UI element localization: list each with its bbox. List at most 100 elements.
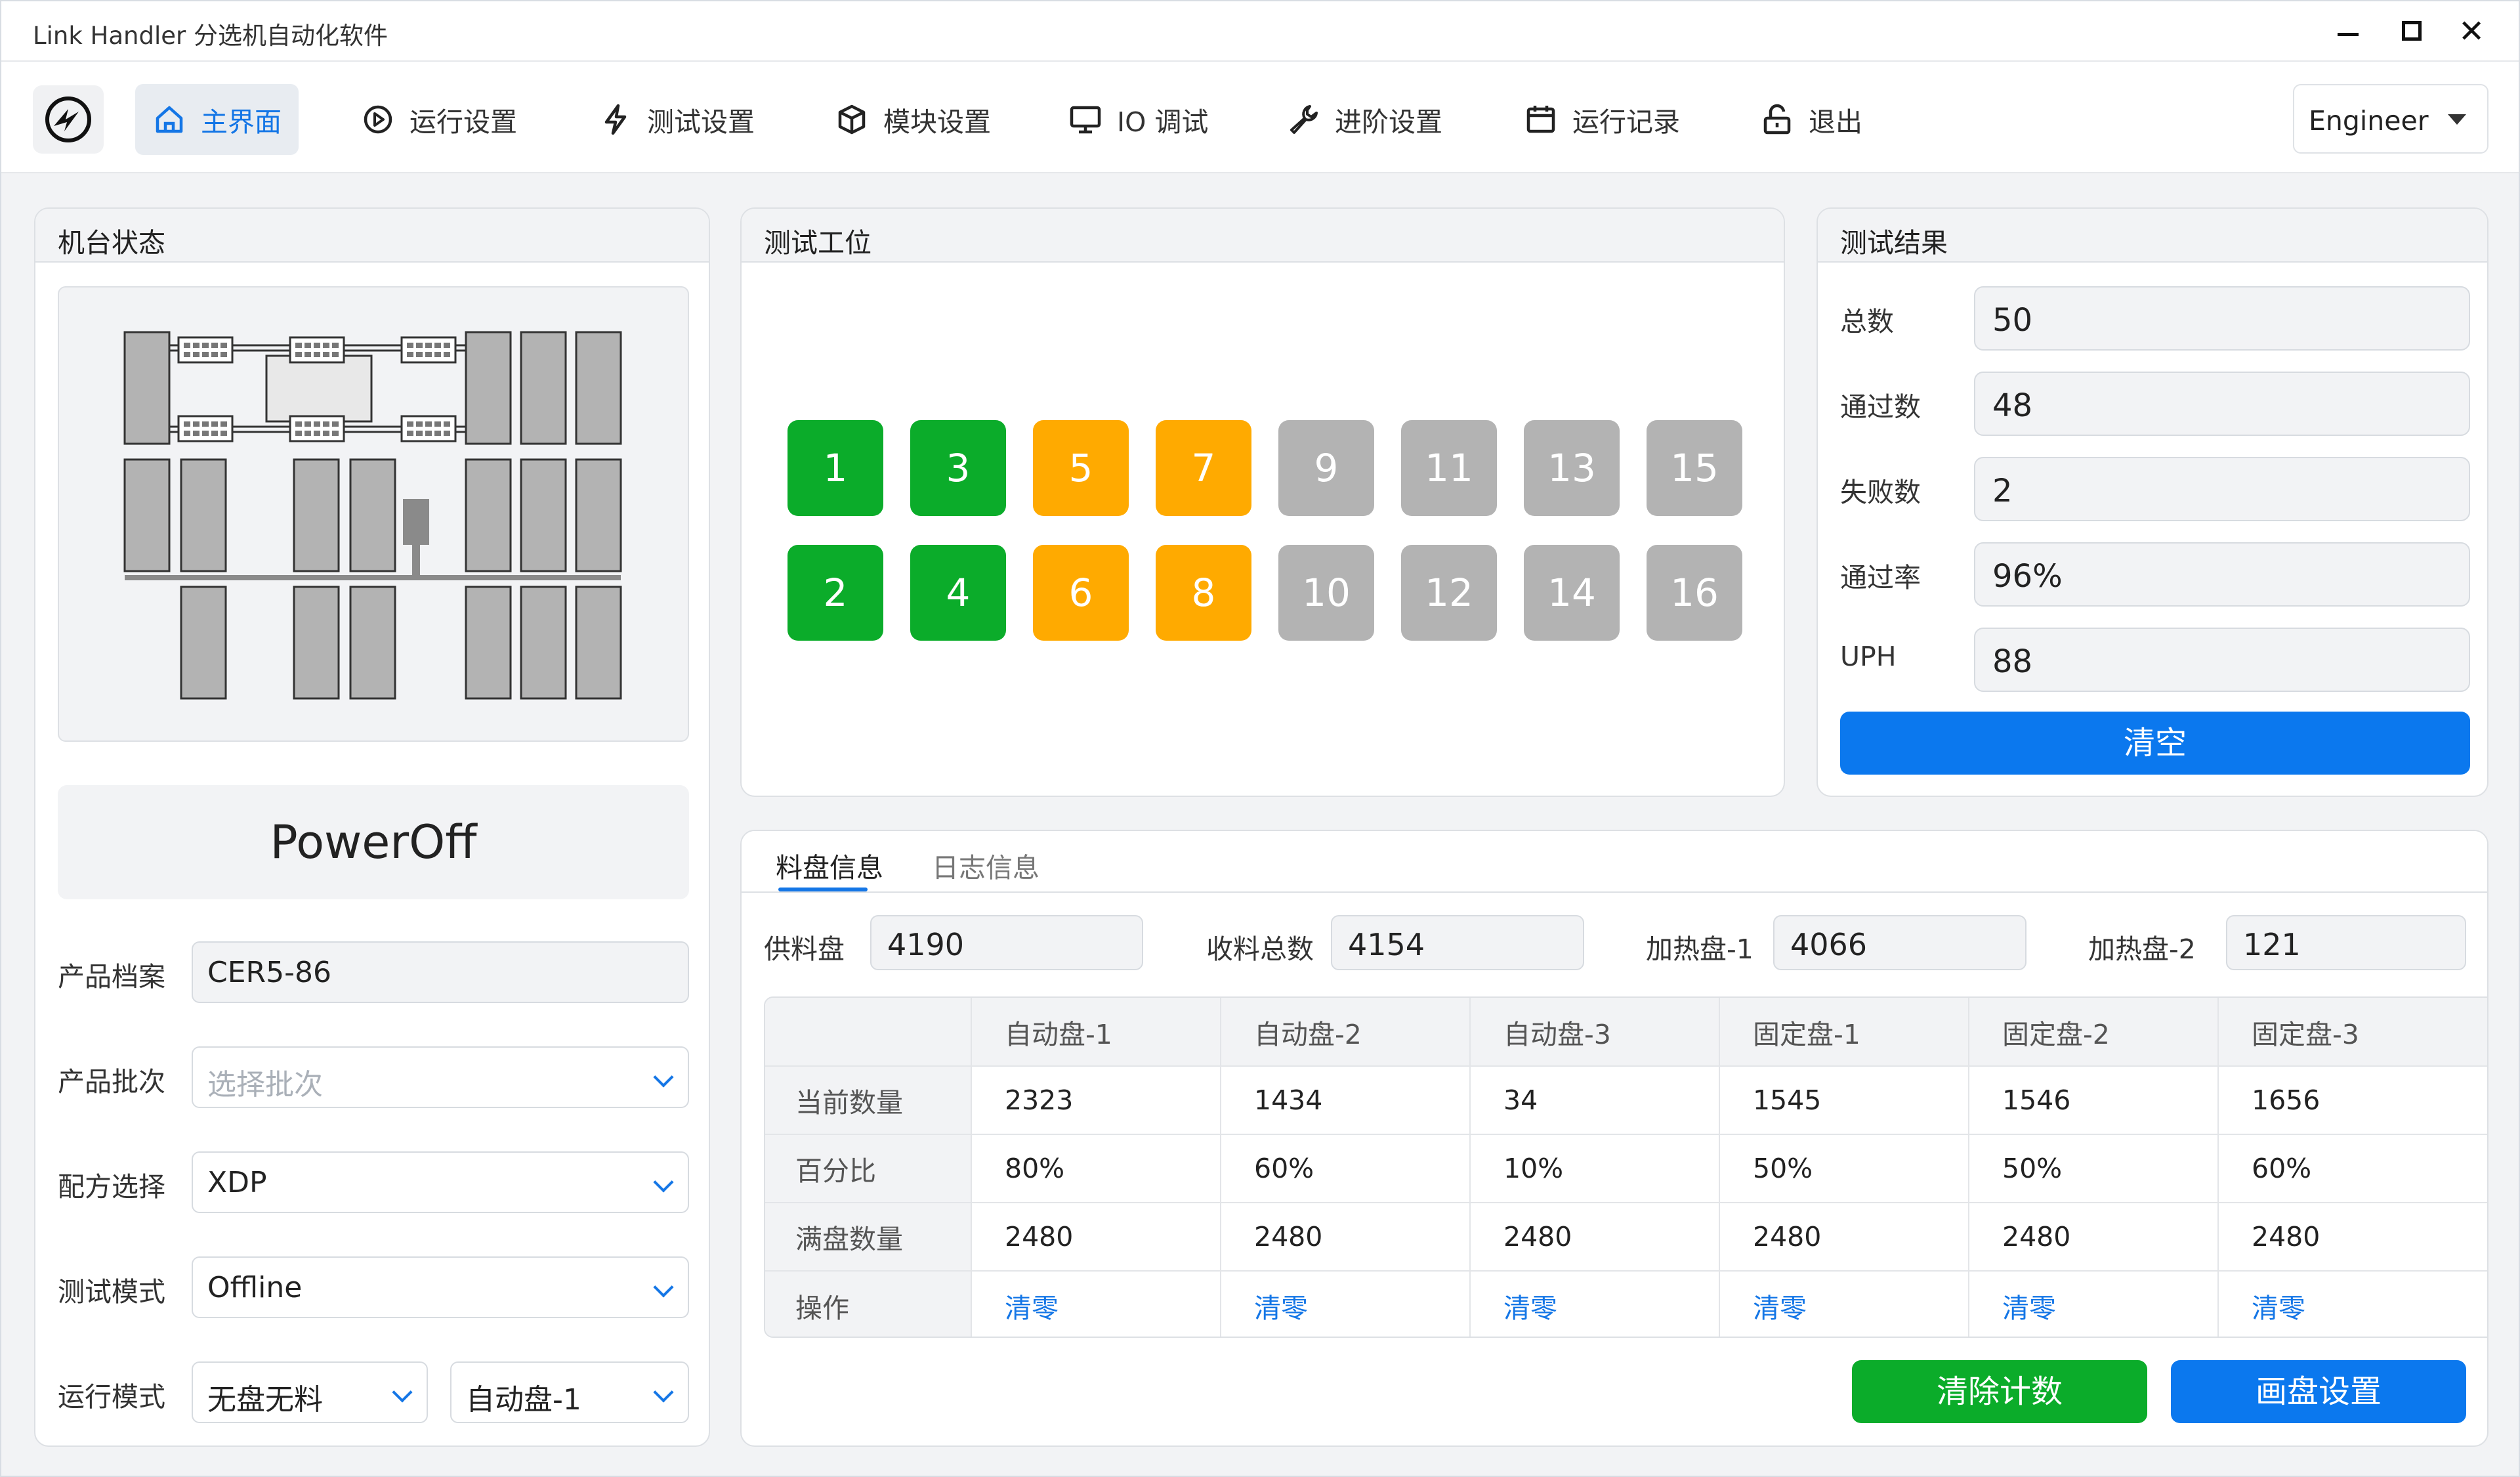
- role-select[interactable]: Engineer: [2293, 84, 2488, 154]
- close-button[interactable]: ✕: [2446, 12, 2499, 51]
- heating-tray-1-label: 加热盘-1: [1646, 933, 1754, 965]
- test-mode-select[interactable]: Offline: [192, 1256, 689, 1318]
- clear-auto-tray-2-link[interactable]: 清零: [1254, 1293, 1308, 1324]
- station-button-15[interactable]: 15: [1647, 420, 1742, 516]
- clear-results-button[interactable]: 清空: [1840, 712, 2470, 775]
- tray-setting-button[interactable]: 画盘设置: [2171, 1360, 2466, 1423]
- action-cell: 清零: [2218, 1271, 2487, 1337]
- batch-select[interactable]: 选择批次: [192, 1046, 689, 1108]
- clear-fixed-tray-2-link[interactable]: 清零: [2002, 1293, 2056, 1324]
- percent-cell: 80%: [971, 1134, 1221, 1203]
- machine-layout-map: [58, 286, 689, 742]
- station-button-11[interactable]: 11: [1401, 420, 1497, 516]
- column-header: 固定盘-3: [2218, 998, 2487, 1067]
- nav-logout[interactable]: 退出: [1743, 84, 1880, 155]
- recipe-label: 配方选择: [58, 1171, 165, 1203]
- nav-test-settings[interactable]: 测试设置: [581, 84, 772, 155]
- machine-state-title: 机台状态: [58, 227, 165, 259]
- station-button-16[interactable]: 16: [1647, 545, 1742, 641]
- table-row: 满盘数量 2480 2480 2480 2480 2480 2480: [765, 1203, 2487, 1272]
- station-button-10[interactable]: 10: [1278, 545, 1374, 641]
- nav-logout-label: 退出: [1809, 106, 1862, 138]
- received-total-field: 4154: [1331, 915, 1584, 970]
- test-stations-title: 测试工位: [764, 227, 872, 259]
- station-button-14[interactable]: 14: [1524, 545, 1620, 641]
- nav-home-label: 主界面: [201, 106, 282, 138]
- recipe-select[interactable]: XDP: [192, 1151, 689, 1213]
- heating-tray-2-value: 121: [2243, 927, 2301, 962]
- nav-home[interactable]: 主界面: [135, 84, 299, 155]
- nav-module-settings-label: 模块设置: [883, 106, 991, 138]
- run-mode-label: 运行模式: [58, 1381, 165, 1413]
- station-button-8[interactable]: 8: [1156, 545, 1251, 641]
- full-count-cell: 2480: [1969, 1203, 2219, 1272]
- nav-io-debug[interactable]: IO 调试: [1051, 84, 1225, 155]
- row-header: 当前数量: [765, 1066, 972, 1135]
- nav-run-settings[interactable]: 运行设置: [344, 84, 534, 155]
- station-button-13[interactable]: 13: [1524, 420, 1620, 516]
- row-header: 操作: [765, 1271, 972, 1337]
- station-button-1[interactable]: 1: [788, 420, 883, 516]
- nav-run-records-label: 运行记录: [1572, 106, 1680, 138]
- test-mode-value: Offline: [207, 1271, 303, 1304]
- nav-run-records[interactable]: 运行记录: [1507, 84, 1697, 155]
- run-mode-value: 无盘无料: [207, 1383, 323, 1417]
- column-header: 自动盘-3: [1470, 998, 1720, 1067]
- table-row: 百分比 80% 60% 10% 50% 50% 60%: [765, 1134, 2487, 1203]
- home-icon: [156, 106, 183, 133]
- tab-tray-info[interactable]: 料盘信息: [776, 846, 883, 885]
- fail-count-value: 2: [1992, 473, 2013, 509]
- caret-down-icon: [2448, 114, 2466, 125]
- current-count-cell: 1546: [1969, 1066, 2219, 1135]
- row-header: 百分比: [765, 1134, 972, 1203]
- station-button-6[interactable]: 6: [1033, 545, 1129, 641]
- table-row: 操作 清零 清零 清零 清零 清零 清零: [765, 1271, 2487, 1337]
- supply-tray-value: 4190: [887, 927, 965, 962]
- batch-placeholder: 选择批次: [207, 1068, 323, 1102]
- station-button-3[interactable]: 3: [910, 420, 1006, 516]
- clear-auto-tray-3-link[interactable]: 清零: [1503, 1293, 1557, 1324]
- nav-advanced-settings-label: 进阶设置: [1335, 106, 1442, 138]
- action-cell: 清零: [1969, 1271, 2219, 1337]
- uph-field: 88: [1974, 628, 2470, 692]
- action-cell: 清零: [1221, 1271, 1471, 1337]
- current-count-cell: 1545: [1719, 1066, 1969, 1135]
- maximize-button[interactable]: [2384, 12, 2436, 51]
- station-button-9[interactable]: 9: [1278, 420, 1374, 516]
- product-file-field[interactable]: CER5-86: [192, 941, 689, 1003]
- nav-run-settings-label: 运行设置: [410, 106, 517, 138]
- title-bar: Link Handler 分选机自动化软件 ✕: [1, 1, 2519, 62]
- test-results-title: 测试结果: [1840, 227, 1948, 259]
- station-button-4[interactable]: 4: [910, 545, 1006, 641]
- nav-module-settings[interactable]: 模块设置: [818, 84, 1008, 155]
- station-button-2[interactable]: 2: [788, 545, 883, 641]
- pass-count-field: 48: [1974, 372, 2470, 436]
- supply-tray-label: 供料盘: [764, 933, 845, 965]
- current-count-cell: 1656: [2218, 1066, 2487, 1135]
- unlock-icon: [1763, 104, 1791, 135]
- clear-auto-tray-1-link[interactable]: 清零: [1005, 1293, 1059, 1324]
- chevron-down-icon: [653, 1277, 674, 1298]
- nav-advanced-settings[interactable]: 进阶设置: [1269, 84, 1460, 155]
- machine-status-display: PowerOff: [58, 785, 689, 899]
- station-button-12[interactable]: 12: [1401, 545, 1497, 641]
- clear-fixed-tray-3-link[interactable]: 清零: [2252, 1293, 2305, 1324]
- monitor-icon: [1070, 106, 1101, 134]
- chevron-down-icon: [653, 1172, 674, 1193]
- column-header: 自动盘-2: [1221, 998, 1471, 1067]
- tray-info-panel: 料盘信息 日志信息 供料盘 4190 收料总数 4154 加热盘-1 4066 …: [740, 830, 2488, 1447]
- clear-count-button[interactable]: 清除计数: [1852, 1360, 2147, 1423]
- clear-fixed-tray-1-link[interactable]: 清零: [1753, 1293, 1807, 1324]
- active-tab-indicator: [778, 888, 868, 891]
- test-stations-panel: 测试工位 1 3 5 7 9 11 13 15 2 4 6 8 10 12 14 16: [740, 207, 1785, 797]
- run-mode-select[interactable]: 无盘无料: [192, 1361, 428, 1423]
- run-mode-tray-select[interactable]: 自动盘-1: [450, 1361, 689, 1423]
- station-button-5[interactable]: 5: [1033, 420, 1129, 516]
- action-cell: 清零: [1719, 1271, 1969, 1337]
- machine-layout-diagram: [123, 331, 622, 700]
- station-button-7[interactable]: 7: [1156, 420, 1251, 516]
- tab-log-info[interactable]: 日志信息: [932, 846, 1040, 885]
- percent-cell: 60%: [2218, 1134, 2487, 1203]
- tray-tabs: 料盘信息 日志信息: [742, 831, 2487, 893]
- minimize-button[interactable]: [2320, 12, 2373, 51]
